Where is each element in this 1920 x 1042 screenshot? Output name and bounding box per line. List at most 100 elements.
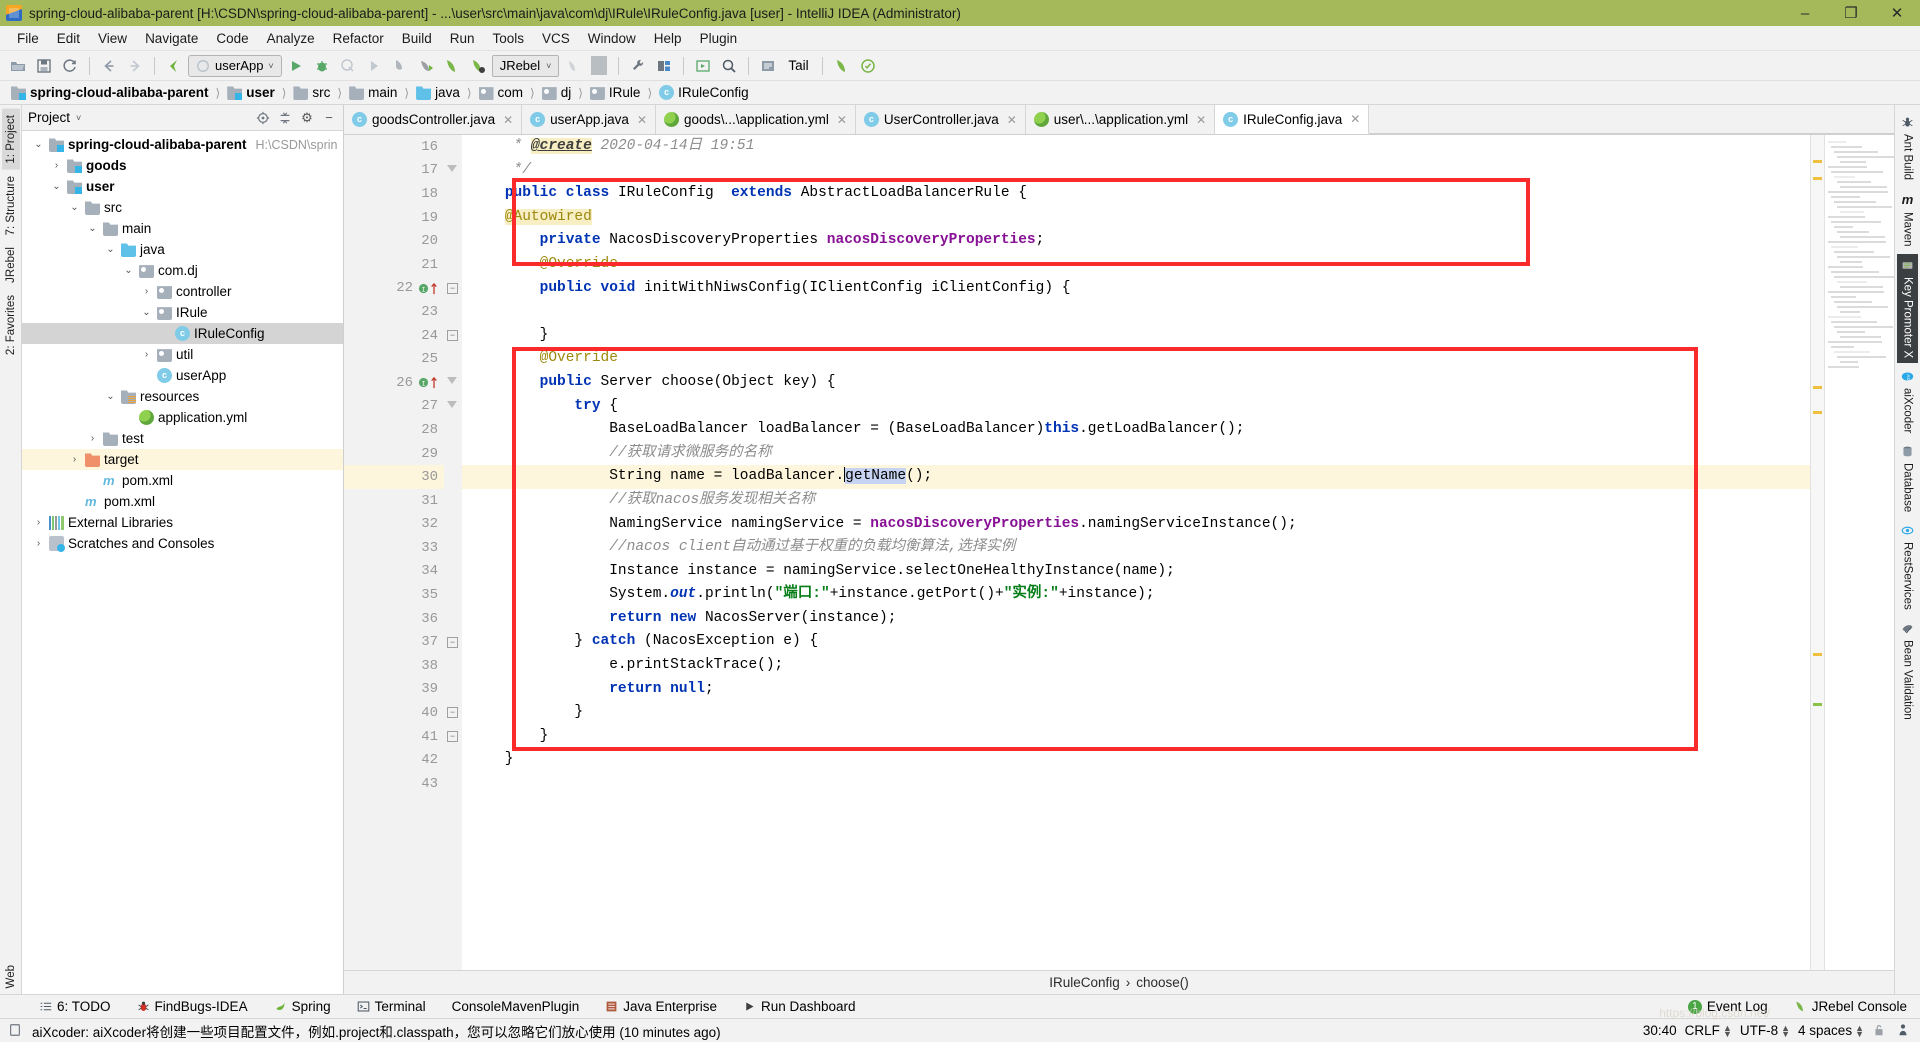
gutter-line-21[interactable]: 21 [344,253,444,277]
menu-analyze[interactable]: Analyze [258,28,324,49]
toolwindow-jrebel-console[interactable]: JRebel Console [1781,997,1920,1016]
tree-expander-icon[interactable]: ⌄ [32,139,45,150]
close-icon[interactable]: ✕ [637,113,647,127]
code-text-area[interactable]: * @create 2020-04-14日 19:51 */ public cl… [462,135,1810,970]
jrebel-run-icon[interactable] [388,54,412,78]
save-all-icon[interactable] [32,54,56,78]
code-line-41[interactable]: } [462,725,1810,749]
breadcrumb-main[interactable]: main [346,84,400,101]
tree-expander-icon[interactable]: › [140,349,153,360]
code-line-18[interactable]: public class IRuleConfig extends Abstrac… [462,182,1810,206]
tree-node-external-libraries[interactable]: › External Libraries [22,512,343,533]
code-line-36[interactable]: return new NacosServer(instance); [462,607,1810,631]
tree-node-com-dj[interactable]: ⌄ com.dj [22,260,343,281]
tree-node-spring-cloud-alibaba-parent[interactable]: ⌄ spring-cloud-alibaba-parent H:\CSDN\spri… [22,134,343,155]
breadcrumb-module-user[interactable]: user [224,84,278,101]
menu-vcs[interactable]: VCS [533,28,579,49]
gutter-line-26[interactable]: 26 I [344,371,444,395]
code-fold-marker[interactable]: − [447,282,458,294]
tree-expander-icon[interactable]: › [50,160,63,171]
menu-code[interactable]: Code [207,28,257,49]
marker-tick[interactable] [1813,410,1822,414]
line-separator[interactable]: CRLF ▲ ▼ [1685,1023,1732,1038]
gutter-line-42[interactable]: 42 [344,748,444,772]
code-folding-strip[interactable]: − − − − − [444,135,462,970]
code-fold-marker[interactable] [447,400,457,408]
error-marker-strip[interactable] [1810,135,1824,970]
close-icon[interactable]: ✕ [503,113,513,127]
settings-wrench-icon[interactable] [626,54,650,78]
inspector-icon[interactable] [1896,1023,1912,1039]
breadcrumb-module-root[interactable]: spring-cloud-alibaba-parent [8,84,212,101]
menu-refactor[interactable]: Refactor [324,28,393,49]
menu-plugin[interactable]: Plugin [691,28,747,49]
marker-tick[interactable] [1813,702,1822,706]
code-fold-marker[interactable]: − [447,707,458,719]
tree-node-user[interactable]: ⌄ user [22,176,343,197]
tree-node-java[interactable]: ⌄ java [22,239,343,260]
tree-node-main[interactable]: ⌄ main [22,218,343,239]
code-line-29[interactable]: //获取请求微服务的名称 [462,442,1810,466]
breadcrumb-java[interactable]: java [413,84,463,101]
code-line-17[interactable]: */ [462,159,1810,183]
code-line-27[interactable]: try { [462,395,1810,419]
tree-expander-icon[interactable]: › [32,517,45,528]
forward-arrow-icon[interactable] [123,54,147,78]
toolwindow-spring[interactable]: Spring [261,997,344,1016]
file-encoding[interactable]: UTF-8 ▲ ▼ [1740,1023,1790,1038]
tail-log-icon[interactable] [756,54,780,78]
tree-expander-icon[interactable]: ⌄ [50,181,63,192]
tool-tab-web[interactable]: Web [2,959,20,994]
tool-tab-jrebel[interactable]: JRebel [2,241,20,289]
tree-expander-icon[interactable]: › [140,286,153,297]
tool-tab-rest-services[interactable]: RestServices [1897,519,1918,615]
toolwindow-run-dashboard[interactable]: Run Dashboard [730,997,869,1016]
tree-node-iruleconfig[interactable]: c IRuleConfig [22,323,343,344]
tree-node-application-yml[interactable]: application.yml [22,407,343,428]
indent-setting[interactable]: 4 spaces ▲ ▼ [1798,1023,1864,1038]
tail-label[interactable]: Tail [782,58,814,73]
tree-expander-icon[interactable]: › [86,433,99,444]
code-fold-marker[interactable]: − [447,636,458,648]
tree-expander-icon[interactable]: ⌄ [104,391,117,402]
tree-node-test[interactable]: › test [22,428,343,449]
jrebel-monitor-icon[interactable] [856,54,880,78]
gutter-line-24[interactable]: 24 [344,324,444,348]
breadcrumb-src[interactable]: src [290,84,333,101]
code-line-34[interactable]: Instance instance = namingService.select… [462,560,1810,584]
gutter-line-33[interactable]: 33 [344,536,444,560]
tree-node-target[interactable]: › target [22,449,343,470]
tool-tab-database[interactable]: Database [1897,440,1918,517]
gutter-line-20[interactable]: 20 [344,229,444,253]
gutter-line-19[interactable]: 19 [344,206,444,230]
breadcrumb-iruleconfig[interactable]: c IRuleConfig [656,84,752,101]
tree-node-pom-xml[interactable]: m pom.xml [22,470,343,491]
jrebel-selector[interactable]: JRebel ˅ [491,54,560,77]
code-line-21[interactable]: @Override [462,253,1810,277]
tree-expander-icon[interactable]: ⌄ [122,265,135,276]
profile-run-icon[interactable] [362,54,386,78]
attach-profiler-icon[interactable] [561,54,585,78]
tree-node-goods[interactable]: › goods [22,155,343,176]
code-line-42[interactable]: } [462,748,1810,772]
editor-breadcrumb-class[interactable]: IRuleConfig [1049,975,1120,990]
breadcrumb-dj[interactable]: dj [539,84,575,101]
tree-node-irule[interactable]: ⌄ IRule [22,302,343,323]
toolwindow-java-enterprise[interactable]: Java Enterprise [592,997,730,1016]
menu-help[interactable]: Help [645,28,691,49]
code-line-33[interactable]: //nacos client自动通过基于权重的负载均衡算法,选择实例 [462,536,1810,560]
marker-tick[interactable] [1813,160,1822,164]
close-icon[interactable]: ✕ [1007,113,1017,127]
code-line-19[interactable]: @Autowired [462,206,1810,230]
tool-tab-favorites[interactable]: 2: Favorites [2,289,20,361]
tree-node-pom-xml[interactable]: m pom.xml [22,491,343,512]
gutter-line-30[interactable]: 30 [344,465,444,489]
marker-tick[interactable] [1813,385,1822,389]
collapse-all-icon[interactable] [277,110,293,126]
gutter-line-38[interactable]: 38 [344,654,444,678]
breadcrumb-com[interactable]: com [476,84,527,101]
tree-expander-icon[interactable]: ⌄ [68,202,81,213]
code-line-24[interactable]: } [462,324,1810,348]
toolwindow-event-log[interactable]: 1 Event Log [1675,997,1781,1016]
hide-panel-icon[interactable]: − [321,110,337,126]
